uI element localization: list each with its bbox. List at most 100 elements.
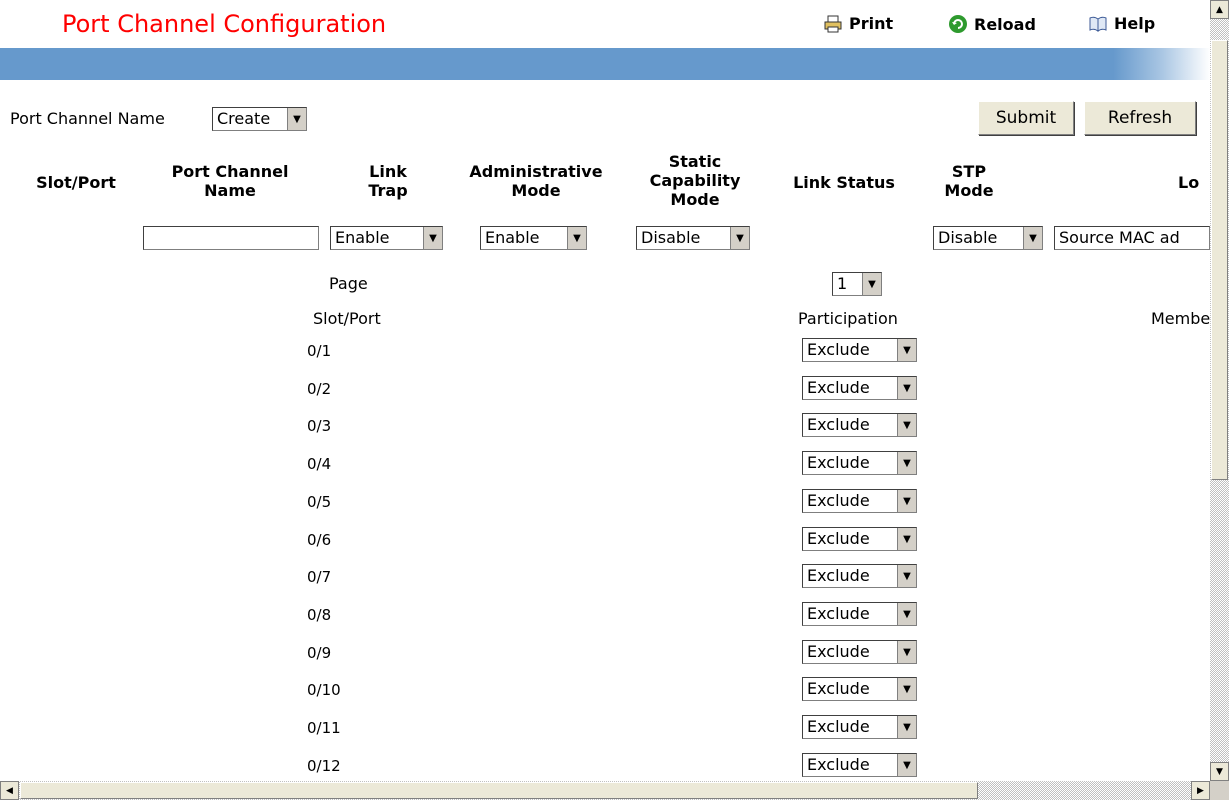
participation-select[interactable]: Exclude ▼: [802, 602, 917, 626]
chevron-down-icon: ▼: [897, 528, 916, 550]
participation-select[interactable]: Exclude ▼: [802, 489, 917, 513]
static-capability-mode-select[interactable]: Disable ▼: [636, 226, 750, 250]
page-title: Port Channel Configuration: [62, 10, 387, 38]
chevron-down-icon: ▼: [897, 490, 916, 512]
chevron-down-icon: ▼: [897, 716, 916, 738]
participation-select[interactable]: Exclude ▼: [802, 677, 917, 701]
link-trap-select[interactable]: Enable ▼: [330, 226, 443, 250]
header-band: [0, 48, 1210, 80]
port-channel-name-label: Port Channel Name: [10, 109, 165, 128]
header-link-trap: Link Trap: [368, 162, 408, 200]
participation-value: Exclude: [807, 679, 870, 698]
chevron-down-icon: ▼: [730, 227, 749, 249]
print-link[interactable]: Print: [823, 14, 893, 33]
participation-value: Exclude: [807, 566, 870, 585]
participation-value: Exclude: [807, 340, 870, 359]
title-bar: Port Channel Configuration Print Reload …: [0, 0, 1210, 48]
stp-mode-value: Disable: [938, 228, 998, 247]
chevron-down-icon: ▼: [897, 678, 916, 700]
administrative-mode-select[interactable]: Enable ▼: [480, 226, 587, 250]
member-slot-port: 0/5: [307, 493, 332, 511]
header-link-status: Link Status: [793, 173, 895, 192]
participation-select[interactable]: Exclude ▼: [802, 715, 917, 739]
print-label: Print: [849, 14, 894, 33]
participation-value: Exclude: [807, 755, 870, 774]
participation-select[interactable]: Exclude ▼: [802, 753, 917, 777]
chevron-down-icon: ▼: [567, 227, 586, 249]
scroll-right-icon[interactable]: ▶: [1191, 781, 1210, 800]
port-channel-name-input[interactable]: [143, 226, 319, 250]
chevron-down-icon: ▼: [897, 414, 916, 436]
participation-value: Exclude: [807, 453, 870, 472]
member-slot-port: 0/3: [307, 417, 332, 435]
participation-value: Exclude: [807, 717, 870, 736]
book-icon: [1089, 16, 1107, 32]
header-port-channel-name: Port Channel Name: [171, 162, 289, 200]
load-balance-value: Source MAC ad: [1059, 228, 1180, 247]
member-slot-port: 0/1: [307, 342, 332, 360]
help-label: Help: [1114, 14, 1156, 33]
port-channel-name-value: Create: [217, 109, 271, 128]
header-slot-port: Slot/Port: [36, 173, 116, 192]
chevron-down-icon: ▼: [862, 273, 881, 295]
chevron-down-icon: ▼: [897, 754, 916, 776]
link-trap-value: Enable: [335, 228, 390, 247]
participation-select[interactable]: Exclude ▼: [802, 564, 917, 588]
participation-select[interactable]: Exclude ▼: [802, 376, 917, 400]
scrollbar-corner: [1210, 781, 1229, 800]
member-slot-port: 0/6: [307, 531, 332, 549]
chevron-down-icon: ▼: [897, 377, 916, 399]
chevron-down-icon: ▼: [897, 452, 916, 474]
member-slot-port: 0/10: [307, 681, 341, 699]
vertical-scroll-thumb[interactable]: [1211, 40, 1228, 480]
header-stp-mode: STP Mode: [944, 162, 994, 200]
chevron-down-icon: ▼: [287, 108, 306, 130]
member-slot-port: 0/8: [307, 606, 332, 624]
members-slot-port-header: Slot/Port: [313, 309, 381, 328]
participation-select[interactable]: Exclude ▼: [802, 640, 917, 664]
member-slot-port: 0/4: [307, 455, 332, 473]
chevron-down-icon: ▼: [423, 227, 442, 249]
load-balance-select[interactable]: Source MAC ad: [1054, 226, 1210, 250]
page-value: 1: [837, 274, 848, 293]
participation-select[interactable]: Exclude ▼: [802, 338, 917, 362]
scroll-left-icon[interactable]: ◀: [0, 781, 19, 800]
port-channel-name-select[interactable]: Create ▼: [212, 107, 307, 131]
participation-value: Exclude: [807, 529, 870, 548]
submit-button[interactable]: Submit: [978, 101, 1074, 135]
member-slot-port: 0/12: [307, 757, 341, 775]
chevron-down-icon: ▼: [897, 565, 916, 587]
header-static-capability-mode: Static Capability Mode: [649, 152, 741, 209]
scroll-down-icon[interactable]: ▼: [1210, 762, 1229, 781]
stp-mode-select[interactable]: Disable ▼: [933, 226, 1043, 250]
page-select[interactable]: 1 ▼: [832, 272, 882, 296]
member-header: Membe: [1151, 309, 1211, 328]
horizontal-scrollbar[interactable]: ◀ ▶: [0, 781, 1210, 800]
participation-select[interactable]: Exclude ▼: [802, 527, 917, 551]
static-capability-mode-value: Disable: [641, 228, 701, 247]
printer-icon: [824, 15, 842, 32]
participation-value: Exclude: [807, 604, 870, 623]
chevron-down-icon: ▼: [897, 603, 916, 625]
reload-link[interactable]: Reload: [948, 14, 1036, 34]
participation-value: Exclude: [807, 642, 870, 661]
horizontal-scroll-thumb[interactable]: [20, 782, 978, 799]
chevron-down-icon: ▼: [897, 641, 916, 663]
participation-value: Exclude: [807, 415, 870, 434]
member-slot-port: 0/2: [307, 380, 332, 398]
participation-value: Exclude: [807, 491, 870, 510]
participation-select[interactable]: Exclude ▼: [802, 413, 917, 437]
participation-value: Exclude: [807, 378, 870, 397]
participation-header: Participation: [798, 309, 898, 328]
header-administrative-mode: Administrative Mode: [469, 162, 603, 200]
reload-icon: [949, 15, 967, 33]
reload-label: Reload: [974, 14, 1036, 34]
help-link[interactable]: Help: [1088, 14, 1155, 33]
scroll-up-icon[interactable]: ▲: [1210, 0, 1229, 19]
member-slot-port: 0/11: [307, 719, 341, 737]
member-slot-port: 0/9: [307, 644, 332, 662]
page-label: Page: [329, 274, 368, 293]
refresh-button[interactable]: Refresh: [1084, 101, 1196, 135]
participation-select[interactable]: Exclude ▼: [802, 451, 917, 475]
vertical-scrollbar[interactable]: ▲ ▼: [1210, 0, 1229, 781]
